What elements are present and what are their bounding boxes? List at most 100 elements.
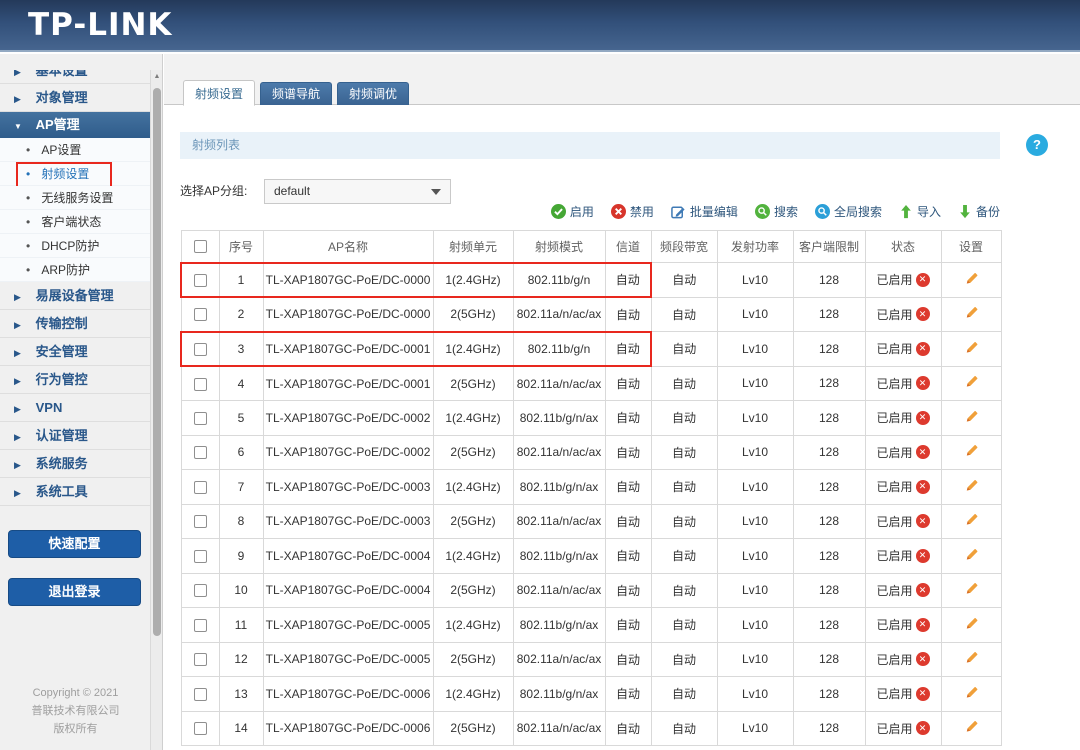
- row-checkbox[interactable]: [194, 378, 207, 391]
- tab-label: 射频调优: [349, 87, 397, 101]
- global-search-button[interactable]: 全局搜索: [815, 203, 882, 220]
- sidebar-menu-item[interactable]: 认证管理: [0, 422, 150, 450]
- disable-toggle-icon[interactable]: ✕: [916, 342, 930, 356]
- tab-label: 射频设置: [195, 87, 243, 101]
- edit-pencil-icon[interactable]: [964, 581, 979, 596]
- select-all-header-cell: [181, 231, 219, 263]
- client-limit-cell: 128: [793, 263, 865, 298]
- sidebar-menu-item[interactable]: 系统服务: [0, 450, 150, 478]
- scrollbar-thumb[interactable]: [153, 88, 161, 636]
- edit-pencil-icon[interactable]: [964, 374, 979, 389]
- row-checkbox[interactable]: [194, 619, 207, 632]
- import-arrow-up-icon: [899, 204, 913, 219]
- tab[interactable]: 射频设置: [183, 80, 255, 106]
- backup-button[interactable]: 备份: [958, 203, 1000, 220]
- sidebar-menu-item[interactable]: 无线服务设置: [0, 186, 150, 210]
- enable-button[interactable]: 启用: [551, 203, 594, 220]
- row-checkbox[interactable]: [194, 481, 207, 494]
- sidebar-item-label: DHCP防护: [41, 234, 99, 258]
- menu-marker-icon: [14, 85, 24, 113]
- disable-toggle-icon[interactable]: ✕: [916, 687, 930, 701]
- disable-toggle-icon[interactable]: ✕: [916, 618, 930, 632]
- disable-toggle-icon[interactable]: ✕: [916, 514, 930, 528]
- sidebar-menu-item[interactable]: 系统工具: [0, 478, 150, 506]
- sidebar-menu-item[interactable]: ARP防护: [0, 258, 150, 282]
- edit-pencil-icon[interactable]: [964, 719, 979, 734]
- edit-pencil-icon[interactable]: [964, 512, 979, 527]
- sidebar-menu-item[interactable]: DHCP防护: [0, 234, 150, 258]
- edit-pencil-icon[interactable]: [964, 616, 979, 631]
- bandwidth-cell: 自动: [651, 677, 717, 712]
- status-text: 已启用: [876, 271, 912, 288]
- row-checkbox[interactable]: [194, 412, 207, 425]
- status-text: 已启用: [876, 375, 912, 392]
- row-checkbox[interactable]: [194, 584, 207, 597]
- row-checkbox[interactable]: [194, 274, 207, 287]
- logout-button[interactable]: 退出登录: [8, 578, 141, 606]
- radio-unit-cell: 2(5GHz): [433, 297, 513, 332]
- status-text: 已启用: [876, 616, 912, 633]
- row-checkbox[interactable]: [194, 343, 207, 356]
- client-limit-cell: 128: [793, 573, 865, 608]
- edit-pencil-icon[interactable]: [964, 305, 979, 320]
- select-all-checkbox[interactable]: [194, 240, 207, 253]
- sidebar-menu-item[interactable]: AP设置: [0, 138, 150, 162]
- sidebar-scrollbar[interactable]: ▲: [150, 70, 162, 750]
- quick-config-button[interactable]: 快速配置: [8, 530, 141, 558]
- table-header-row: 序号AP名称射频单元射频模式信道频段带宽发射功率客户端限制状态设置: [181, 231, 1001, 263]
- row-checkbox[interactable]: [194, 722, 207, 735]
- status-cell: 已启用 ✕: [865, 573, 941, 608]
- toolbar-label: 全局搜索: [834, 203, 882, 220]
- edit-pencil-icon[interactable]: [964, 443, 979, 458]
- edit-pencil-icon[interactable]: [964, 685, 979, 700]
- row-checkbox[interactable]: [194, 688, 207, 701]
- row-checkbox[interactable]: [194, 653, 207, 666]
- disable-toggle-icon[interactable]: ✕: [916, 480, 930, 494]
- scroll-up-arrow-icon[interactable]: ▲: [151, 73, 163, 80]
- row-checkbox[interactable]: [194, 550, 207, 563]
- row-checkbox[interactable]: [194, 446, 207, 459]
- edit-pencil-icon[interactable]: [964, 547, 979, 562]
- import-button[interactable]: 导入: [899, 203, 941, 220]
- disable-toggle-icon[interactable]: ✕: [916, 549, 930, 563]
- edit-pencil-icon[interactable]: [964, 409, 979, 424]
- table-body: 1 TL-XAP1807GC-PoE/DC-0000 1(2.4GHz) 802…: [181, 263, 1001, 746]
- sidebar-menu-item[interactable]: 客户端状态: [0, 210, 150, 234]
- sidebar-menu-item[interactable]: 传输控制: [0, 310, 150, 338]
- sidebar-menu-item[interactable]: VPN: [0, 394, 150, 422]
- disable-button[interactable]: 禁用: [611, 203, 654, 220]
- row-checkbox[interactable]: [194, 308, 207, 321]
- edit-pencil-icon[interactable]: [964, 340, 979, 355]
- disable-toggle-icon[interactable]: ✕: [916, 652, 930, 666]
- sidebar-menu-item[interactable]: 行为管控: [0, 366, 150, 394]
- bandwidth-cell: 自动: [651, 573, 717, 608]
- tab[interactable]: 射频调优: [337, 82, 409, 105]
- disable-toggle-icon[interactable]: ✕: [916, 411, 930, 425]
- sidebar-menu-item[interactable]: 射频设置: [0, 162, 150, 186]
- disable-toggle-icon[interactable]: ✕: [916, 273, 930, 287]
- row-checkbox[interactable]: [194, 515, 207, 528]
- tx-power-cell: Lv10: [717, 504, 793, 539]
- help-button[interactable]: ?: [1026, 134, 1048, 156]
- sidebar-menu-item[interactable]: 基本设置: [0, 70, 150, 84]
- ap-name-cell: TL-XAP1807GC-PoE/DC-0000: [263, 297, 433, 332]
- column-header: 发射功率: [717, 231, 793, 263]
- batch-edit-button[interactable]: 批量编辑: [671, 203, 738, 220]
- edit-pencil-icon[interactable]: [964, 478, 979, 493]
- sidebar-menu-item[interactable]: 对象管理: [0, 84, 150, 112]
- edit-pencil-icon[interactable]: [964, 650, 979, 665]
- sidebar-menu-item[interactable]: AP管理: [0, 112, 150, 138]
- edit-pencil-icon[interactable]: [964, 271, 979, 286]
- menu-marker-icon: [14, 339, 24, 367]
- disable-toggle-icon[interactable]: ✕: [916, 307, 930, 321]
- disable-toggle-icon[interactable]: ✕: [916, 445, 930, 459]
- sidebar-menu-item[interactable]: 安全管理: [0, 338, 150, 366]
- disable-toggle-icon[interactable]: ✕: [916, 376, 930, 390]
- copyright-line: 普联技术有限公司: [0, 702, 151, 720]
- sidebar-menu-item[interactable]: 易展设备管理: [0, 282, 150, 310]
- tab[interactable]: 频谱导航: [260, 82, 332, 105]
- copyright-line: 版权所有: [0, 720, 151, 738]
- disable-toggle-icon[interactable]: ✕: [916, 721, 930, 735]
- disable-toggle-icon[interactable]: ✕: [916, 583, 930, 597]
- search-button[interactable]: 搜索: [755, 203, 798, 220]
